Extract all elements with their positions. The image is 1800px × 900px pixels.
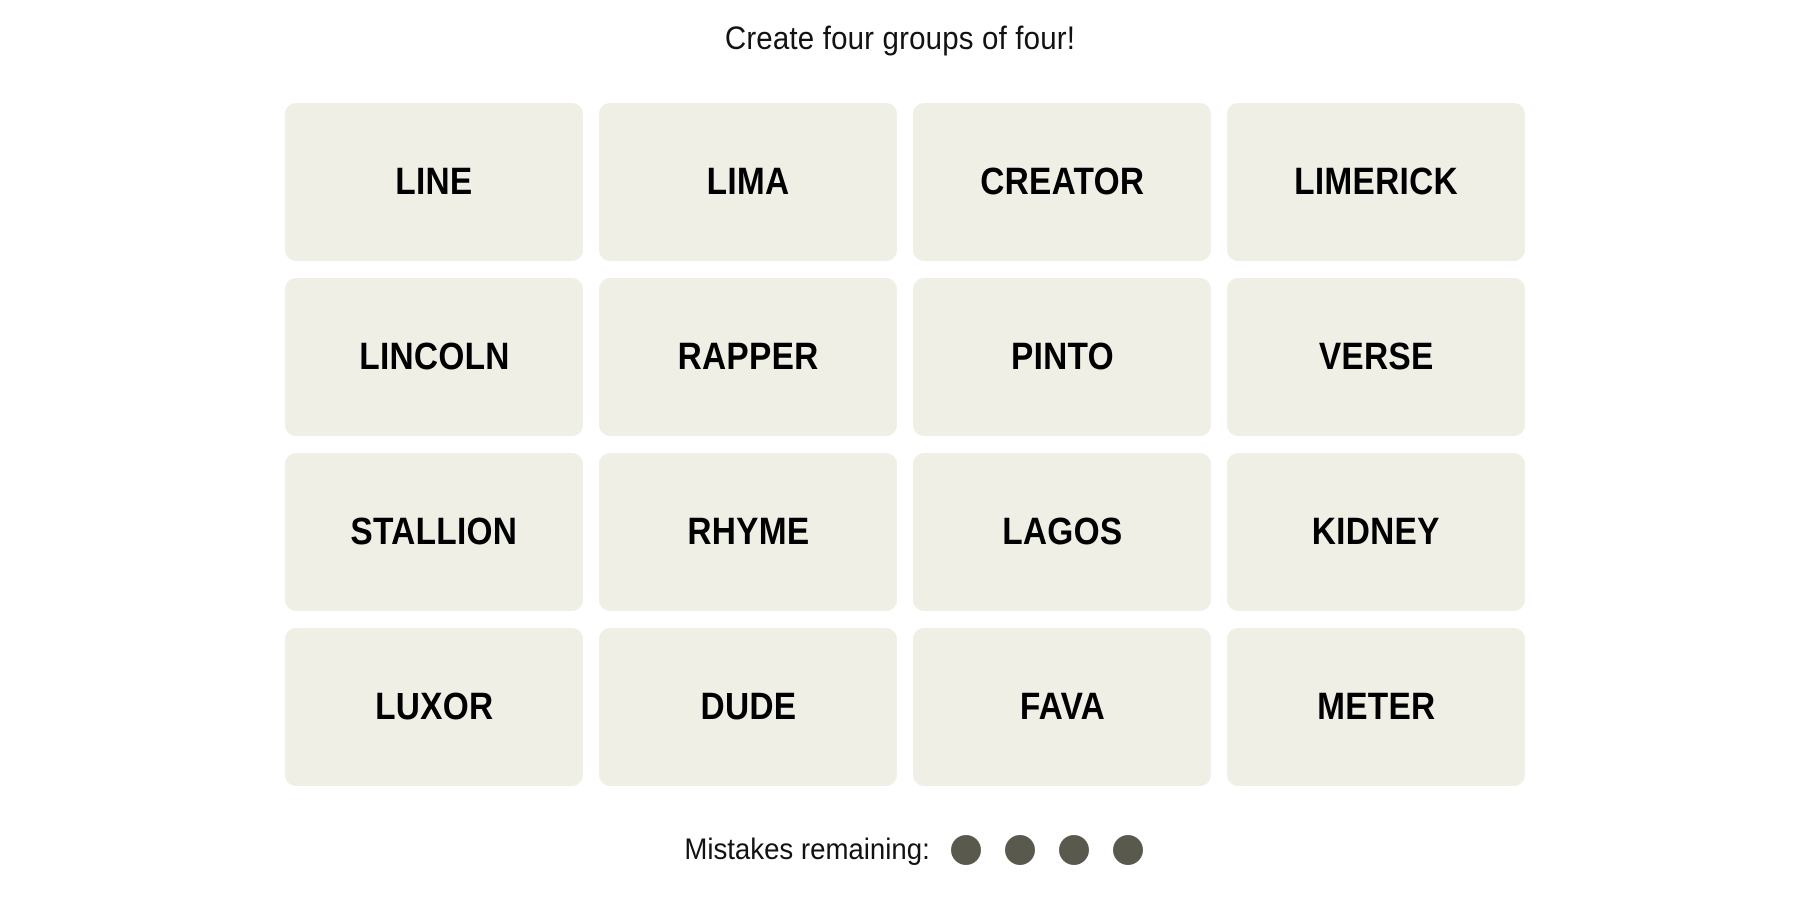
word-tile[interactable]: VERSE (1227, 278, 1525, 436)
tile-label: CREATOR (979, 160, 1145, 203)
tile-label: LINE (395, 160, 473, 203)
tile-label: STALLION (350, 510, 518, 553)
mistake-dot-icon (1059, 835, 1090, 865)
tile-label: RHYME (686, 510, 810, 553)
tile-label: LINCOLN (358, 335, 510, 378)
word-tile[interactable]: KIDNEY (1227, 453, 1525, 611)
word-tile[interactable]: PINTO (913, 278, 1211, 436)
tile-label: LIMERICK (1294, 160, 1458, 203)
word-tile[interactable]: LUXOR (285, 628, 583, 786)
word-tile[interactable]: RHYME (599, 453, 897, 611)
tile-label: PINTO (1010, 335, 1114, 378)
word-tile[interactable]: FAVA (913, 628, 1211, 786)
tile-label: KIDNEY (1312, 510, 1440, 553)
tile-label: LUXOR (374, 685, 494, 728)
word-tile[interactable]: LIMERICK (1227, 103, 1525, 261)
word-grid: LINE LIMA CREATOR LIMERICK LINCOLN RAPPE… (285, 103, 1525, 786)
tile-label: DUDE (700, 685, 796, 728)
mistakes-remaining: Mistakes remaining: (0, 833, 1800, 867)
tile-label: METER (1316, 685, 1436, 728)
tile-label: VERSE (1318, 335, 1434, 378)
word-tile[interactable]: RAPPER (599, 278, 897, 436)
word-tile[interactable]: LAGOS (913, 453, 1211, 611)
word-tile[interactable]: DUDE (599, 628, 897, 786)
tile-label: FAVA (1019, 685, 1105, 728)
word-tile[interactable]: METER (1227, 628, 1525, 786)
mistakes-label: Mistakes remaining: (683, 833, 930, 866)
mistake-dot-icon (1005, 835, 1036, 865)
word-tile[interactable]: STALLION (285, 453, 583, 611)
tile-label: RAPPER (677, 335, 819, 378)
mistake-dots (951, 835, 1144, 865)
word-tile[interactable]: LINCOLN (285, 278, 583, 436)
subtitle: Create four groups of four! (724, 20, 1076, 56)
mistake-dot-icon (1113, 835, 1144, 865)
tile-label: LIMA (706, 160, 790, 203)
word-tile[interactable]: CREATOR (913, 103, 1211, 261)
mistake-dot-icon (951, 835, 982, 865)
tile-label: LAGOS (1001, 510, 1123, 553)
word-tile[interactable]: LINE (285, 103, 583, 261)
word-tile[interactable]: LIMA (599, 103, 897, 261)
